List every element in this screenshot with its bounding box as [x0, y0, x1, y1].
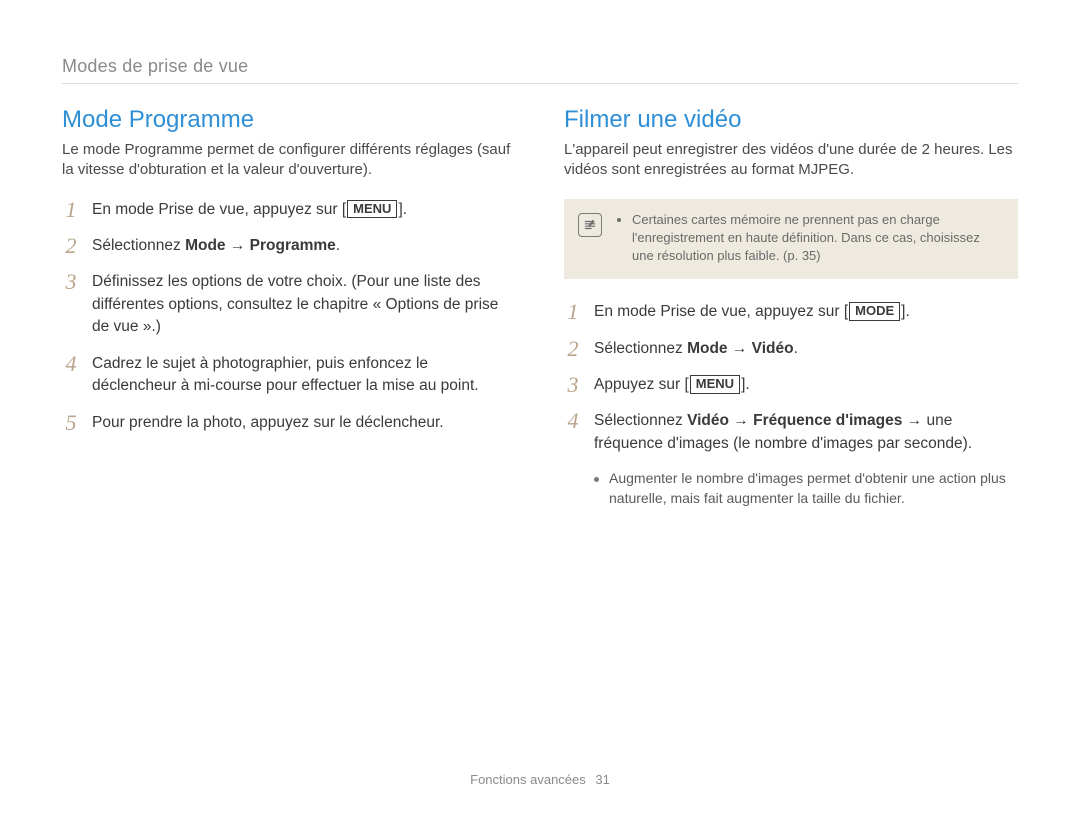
step-text: En mode Prise de vue, appuyez sur [MENU]…	[92, 199, 407, 221]
manual-page: Modes de prise de vue Mode Programme Le …	[0, 0, 1080, 815]
step-text: Cadrez le sujet à photographier, puis en…	[92, 353, 516, 398]
steps-list: 1 En mode Prise de vue, appuyez sur [MOD…	[564, 301, 1018, 455]
bullet-icon	[594, 477, 599, 482]
step-text: Sélectionnez Mode → Vidéo.	[594, 338, 798, 360]
step-number: 1	[564, 301, 582, 323]
step-number: 4	[564, 410, 582, 432]
divider	[62, 83, 1018, 84]
column-right: Filmer une vidéo L'appareil peut enregis…	[564, 106, 1018, 509]
step-1: 1 En mode Prise de vue, appuyez sur [MEN…	[62, 199, 516, 221]
step-text: Sélectionnez Vidéo → Fréquence d'images …	[594, 410, 1018, 455]
step-text: Sélectionnez Mode → Programme.	[92, 235, 340, 257]
note-box: Certaines cartes mémoire ne prennent pas…	[564, 199, 1018, 280]
step-number: 5	[62, 412, 80, 434]
two-columns: Mode Programme Le mode Programme permet …	[62, 106, 1018, 509]
menu-button-label: MENU	[690, 375, 740, 394]
step-text: Pour prendre la photo, appuyez sur le dé…	[92, 412, 444, 434]
step-2: 2 Sélectionnez Mode → Vidéo.	[564, 338, 1018, 360]
page-number: 31	[595, 772, 609, 787]
step-text: En mode Prise de vue, appuyez sur [MODE]…	[594, 301, 910, 323]
note-list: Certaines cartes mémoire ne prennent pas…	[616, 211, 1002, 266]
breadcrumb: Modes de prise de vue	[62, 56, 1018, 77]
page-footer: Fonctions avancées 31	[0, 772, 1080, 787]
step-number: 4	[62, 353, 80, 375]
step-1: 1 En mode Prise de vue, appuyez sur [MOD…	[564, 301, 1018, 323]
intro-text: Le mode Programme permet de configurer d…	[62, 140, 516, 181]
section-title-filmer-video: Filmer une vidéo	[564, 106, 1018, 134]
steps-list: 1 En mode Prise de vue, appuyez sur [MEN…	[62, 199, 516, 435]
step-5: 5 Pour prendre la photo, appuyez sur le …	[62, 412, 516, 434]
step-number: 2	[564, 338, 582, 360]
step-3: 3 Définissez les options de votre choix.…	[62, 271, 516, 338]
footer-label: Fonctions avancées	[470, 772, 586, 787]
section-title-mode-programme: Mode Programme	[62, 106, 516, 134]
step-3: 3 Appuyez sur [MENU].	[564, 374, 1018, 396]
step-number: 2	[62, 235, 80, 257]
note-item: Certaines cartes mémoire ne prennent pas…	[632, 211, 1002, 266]
sub-note-text: Augmenter le nombre d'images permet d'ob…	[609, 469, 1018, 508]
intro-text: L'appareil peut enregistrer des vidéos d…	[564, 140, 1018, 181]
menu-button-label: MENU	[347, 200, 397, 219]
column-left: Mode Programme Le mode Programme permet …	[62, 106, 516, 509]
step-2: 2 Sélectionnez Mode → Programme.	[62, 235, 516, 257]
sub-note: Augmenter le nombre d'images permet d'ob…	[564, 469, 1018, 508]
step-number: 3	[564, 374, 582, 396]
step-number: 1	[62, 199, 80, 221]
step-4: 4 Cadrez le sujet à photographier, puis …	[62, 353, 516, 398]
step-4: 4 Sélectionnez Vidéo → Fréquence d'image…	[564, 410, 1018, 455]
mode-button-label: MODE	[849, 302, 900, 321]
note-icon	[578, 213, 602, 237]
step-number: 3	[62, 271, 80, 293]
step-text: Définissez les options de votre choix. (…	[92, 271, 516, 338]
step-text: Appuyez sur [MENU].	[594, 374, 750, 396]
